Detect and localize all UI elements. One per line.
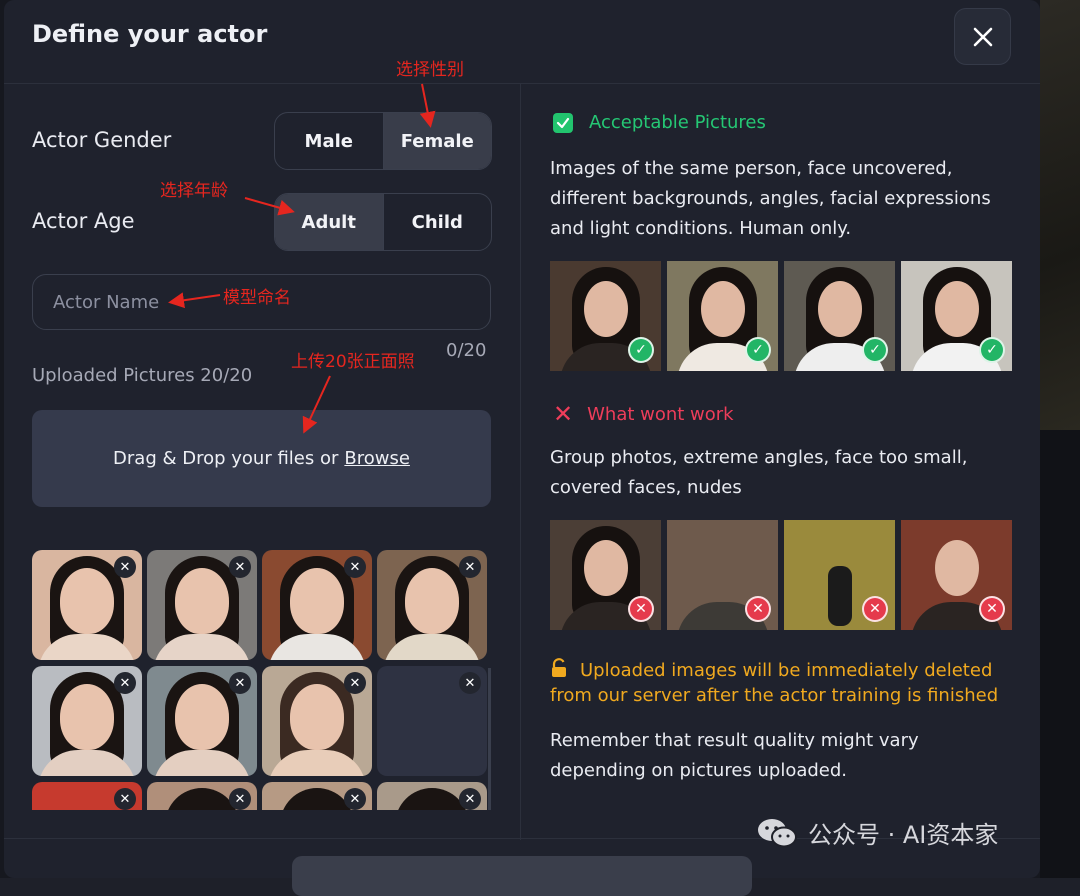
age-option-child[interactable]: Child [382, 194, 492, 250]
age-label: Actor Age [32, 209, 135, 233]
privacy-note-line: Uploaded images will be immediately dele… [580, 660, 993, 681]
check-icon [553, 112, 573, 133]
wont-work-line: covered faces, nudes [550, 477, 742, 498]
check-badge-icon: ✓ [979, 337, 1005, 363]
wont-work-title: What wont work [587, 403, 734, 425]
name-char-counter: 0/20 [446, 340, 487, 361]
annotation-upload: 上传20张正面照 [291, 352, 415, 372]
gender-toggle[interactable]: Male Female [274, 112, 492, 170]
remove-thumbnail-button[interactable]: ✕ [344, 672, 366, 694]
cross-icon: ✕ [553, 400, 574, 428]
uploaded-thumbnail: ✕ [377, 550, 487, 660]
age-toggle[interactable]: Adult Child [274, 193, 492, 251]
acceptable-title: Acceptable Pictures [589, 112, 766, 133]
wont-work-heading: ✕ What wont work [553, 400, 734, 428]
annotation-age: 选择年龄 [160, 181, 228, 201]
example-photo-good: ✓ [667, 261, 778, 371]
wont-work-line: Group photos, extreme angles, face too s… [550, 447, 968, 468]
uploaded-thumbnail: ✕ [262, 666, 372, 776]
remove-thumbnail-button[interactable]: ✕ [459, 672, 481, 694]
annotation-name: 模型命名 [223, 288, 291, 308]
quality-note-line: Remember that result quality might vary [550, 730, 919, 751]
acceptable-heading: Acceptable Pictures [553, 112, 766, 133]
wechat-icon [758, 818, 797, 847]
wont-work-description: Group photos, extreme angles, face too s… [550, 443, 967, 503]
modal-header: Define your actor [4, 0, 1040, 84]
watermark-text: 公众号 · AI资本家 [808, 821, 999, 849]
example-photo-good: ✓ [784, 261, 895, 371]
cross-badge-icon: ✕ [628, 596, 654, 622]
remove-thumbnail-button[interactable]: ✕ [229, 556, 251, 578]
privacy-note: Uploaded images will be immediately dele… [550, 658, 1020, 708]
uploaded-thumbnail: ✕ [32, 782, 142, 810]
remove-thumbnail-button[interactable]: ✕ [344, 788, 366, 810]
example-photo-bad: ✕ [550, 520, 661, 630]
unlock-icon [552, 658, 566, 677]
uploaded-thumbnail-loading: ✕ [377, 666, 487, 776]
remove-thumbnail-button[interactable]: ✕ [459, 556, 481, 578]
background-photo [1040, 0, 1080, 430]
uploaded-thumbnail: ✕ [32, 550, 142, 660]
acceptable-examples: ✓ ✓ ✓ ✓ [550, 261, 1012, 371]
uploaded-pictures-label: Uploaded Pictures 20/20 [32, 365, 253, 386]
example-photo-bad: ✕ [901, 520, 1012, 630]
gender-label: Actor Gender [32, 128, 172, 152]
file-dropzone[interactable]: Drag & Drop your files or Browse [32, 410, 491, 507]
thumbnails-scrollbar[interactable] [488, 668, 491, 810]
acceptable-line: and light conditions. Human only. [550, 218, 852, 239]
uploaded-thumbnail: ✕ [262, 550, 372, 660]
check-badge-icon: ✓ [745, 337, 771, 363]
quality-note: Remember that result quality might vary … [550, 726, 919, 786]
remove-thumbnail-button[interactable]: ✕ [229, 672, 251, 694]
remove-thumbnail-button[interactable]: ✕ [229, 788, 251, 810]
remove-thumbnail-button[interactable]: ✕ [114, 672, 136, 694]
uploaded-thumbnail: ✕ [147, 550, 257, 660]
acceptable-line: Images of the same person, face uncovere… [550, 158, 953, 179]
uploaded-thumbnail: ✕ [32, 666, 142, 776]
close-button[interactable] [954, 8, 1011, 65]
start-training-button[interactable] [292, 856, 752, 896]
check-badge-icon: ✓ [862, 337, 888, 363]
modal-title: Define your actor [32, 20, 268, 48]
uploaded-thumbnails: ✕ ✕ ✕ ✕ ✕ ✕ ✕ ✕ ✕ ✕ ✕ ✕ [32, 550, 491, 810]
check-badge-icon: ✓ [628, 337, 654, 363]
column-divider [520, 84, 521, 840]
example-photo-bad: ✕ [784, 520, 895, 630]
annotation-gender: 选择性别 [396, 60, 464, 80]
gender-option-female[interactable]: Female [382, 113, 491, 169]
cross-badge-icon: ✕ [745, 596, 771, 622]
acceptable-description: Images of the same person, face uncovere… [550, 154, 991, 244]
uploaded-thumbnail: ✕ [147, 782, 257, 810]
remove-thumbnail-button[interactable]: ✕ [344, 556, 366, 578]
remove-thumbnail-button[interactable]: ✕ [114, 788, 136, 810]
uploaded-thumbnail: ✕ [262, 782, 372, 810]
browse-link[interactable]: Browse [344, 448, 410, 469]
age-option-adult[interactable]: Adult [275, 194, 383, 250]
define-actor-modal: Define your actor Actor Gender Male Fema… [4, 0, 1040, 896]
gender-option-male[interactable]: Male [275, 113, 383, 169]
close-icon [973, 27, 992, 46]
example-photo-good: ✓ [901, 261, 1012, 371]
remove-thumbnail-button[interactable]: ✕ [459, 788, 481, 810]
uploaded-thumbnail: ✕ [147, 666, 257, 776]
cross-badge-icon: ✕ [862, 596, 888, 622]
watermark: 公众号 · AI资本家 [756, 815, 998, 850]
remove-thumbnail-button[interactable]: ✕ [114, 556, 136, 578]
acceptable-line: different backgrounds, angles, facial ex… [550, 188, 991, 209]
privacy-note-line: from our server after the actor training… [550, 685, 999, 706]
bad-examples: ✕ ✕ ✕ ✕ [550, 520, 1012, 630]
example-photo-good: ✓ [550, 261, 661, 371]
quality-note-line: depending on pictures uploaded. [550, 760, 848, 781]
cross-badge-icon: ✕ [979, 596, 1005, 622]
dropzone-text: Drag & Drop your files or [113, 448, 339, 469]
example-photo-bad: ✕ [667, 520, 778, 630]
uploaded-thumbnail: ✕ [377, 782, 487, 810]
